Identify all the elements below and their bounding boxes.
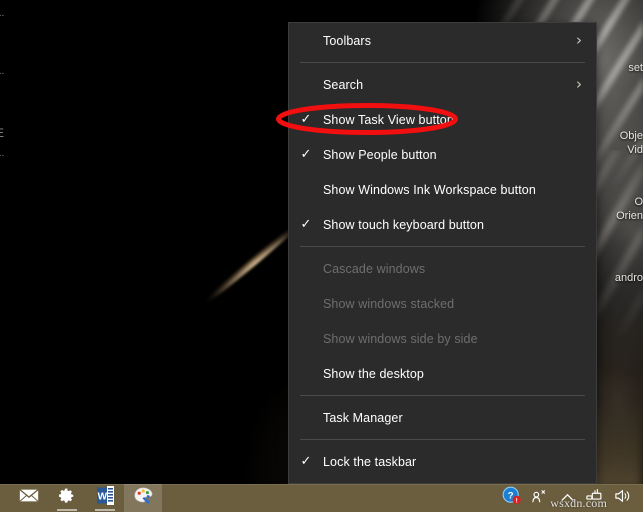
menu-item-show-task-view[interactable]: ✓ Show Task View button bbox=[289, 102, 596, 137]
menu-item-label: Lock the taskbar bbox=[323, 454, 417, 469]
desktop-edge-text: ... bbox=[0, 66, 5, 77]
desktop-edge-text: andro bbox=[614, 272, 643, 284]
menu-item-cascade-windows: Cascade windows bbox=[289, 251, 596, 286]
taskbar-context-menu[interactable]: Toolbars › Search › ✓ Show Task View button ✓ S… bbox=[288, 22, 597, 484]
menu-item-show-ink-workspace[interactable]: Show Windows Ink Workspace button bbox=[289, 172, 596, 207]
desktop-edge-text: Orien bbox=[616, 210, 643, 222]
checkmark-icon: ✓ bbox=[300, 112, 312, 127]
taskbar-app-paint[interactable] bbox=[124, 484, 162, 512]
taskbar-app-settings[interactable] bbox=[48, 484, 86, 512]
menu-separator bbox=[300, 62, 585, 63]
desktop-edge-text: Obje bbox=[619, 130, 643, 142]
help-alert-icon: ?! bbox=[502, 486, 521, 510]
menu-item-show-side-by-side: Show windows side by side bbox=[289, 321, 596, 356]
desktop-edge-text: Vid bbox=[627, 144, 643, 156]
taskbar-system-tray[interactable]: ?! bbox=[497, 484, 643, 512]
chevron-right-icon: › bbox=[576, 31, 582, 49]
taskbar-app-mail[interactable] bbox=[10, 484, 48, 512]
word-icon: W bbox=[96, 486, 114, 510]
menu-item-search[interactable]: Search › bbox=[289, 67, 596, 102]
gear-icon bbox=[58, 487, 76, 510]
menu-separator bbox=[300, 395, 585, 396]
network-icon bbox=[586, 488, 604, 508]
svg-text:!: ! bbox=[515, 498, 517, 505]
checkmark-icon: ✓ bbox=[300, 454, 312, 469]
tray-volume[interactable] bbox=[609, 484, 637, 512]
chevron-right-icon: › bbox=[576, 75, 582, 93]
menu-item-label: Toolbars bbox=[323, 33, 372, 48]
desktop-edge-text: O bbox=[634, 196, 643, 208]
mail-icon bbox=[19, 488, 39, 508]
menu-item-show-desktop[interactable]: Show the desktop bbox=[289, 356, 596, 391]
menu-separator bbox=[300, 439, 585, 440]
menu-item-task-manager[interactable]: Task Manager bbox=[289, 400, 596, 435]
svg-text:W: W bbox=[97, 491, 107, 502]
menu-item-show-touch-kb[interactable]: ✓ Show touch keyboard button bbox=[289, 207, 596, 242]
menu-item-label: Search bbox=[323, 77, 364, 92]
menu-item-label: Show Task View button bbox=[323, 112, 454, 127]
taskbar[interactable]: W ?! wsxdn.com bbox=[0, 484, 643, 512]
menu-item-show-people[interactable]: ✓ Show People button bbox=[289, 137, 596, 172]
speaker-icon bbox=[614, 488, 632, 509]
menu-item-label: Task Manager bbox=[323, 410, 403, 425]
desktop-edge-text: ... bbox=[0, 148, 5, 159]
menu-item-label: Show windows stacked bbox=[323, 296, 455, 311]
menu-item-label: Show People button bbox=[323, 147, 437, 162]
tray-network[interactable] bbox=[581, 484, 609, 512]
menu-item-label: Show touch keyboard button bbox=[323, 217, 485, 232]
menu-separator bbox=[300, 246, 585, 247]
tray-people[interactable] bbox=[525, 484, 553, 512]
menu-item-label: Show windows side by side bbox=[323, 331, 478, 346]
checkmark-icon: ✓ bbox=[300, 147, 312, 162]
desktop-edge-text: ... bbox=[0, 8, 5, 19]
people-icon bbox=[530, 488, 548, 509]
menu-item-toolbars[interactable]: Toolbars › bbox=[289, 23, 596, 58]
tray-hidden[interactable] bbox=[553, 484, 581, 512]
taskbar-app-word[interactable]: W bbox=[86, 484, 124, 512]
menu-item-show-stacked: Show windows stacked bbox=[289, 286, 596, 321]
paint-icon bbox=[133, 486, 154, 510]
checkmark-icon: ✓ bbox=[300, 217, 312, 232]
taskbar-pinned-apps[interactable]: W bbox=[10, 484, 162, 512]
menu-item-lock-taskbar[interactable]: ✓ Lock the taskbar bbox=[289, 444, 596, 479]
tray-help[interactable]: ?! bbox=[497, 484, 525, 512]
desktop-edge-text: E bbox=[0, 126, 5, 140]
desktop-edge-text: set bbox=[628, 62, 643, 74]
chevron-up-icon bbox=[560, 489, 574, 507]
menu-item-label: Show Windows Ink Workspace button bbox=[323, 182, 536, 197]
menu-item-label: Show the desktop bbox=[323, 366, 424, 381]
menu-item-label: Cascade windows bbox=[323, 261, 426, 276]
